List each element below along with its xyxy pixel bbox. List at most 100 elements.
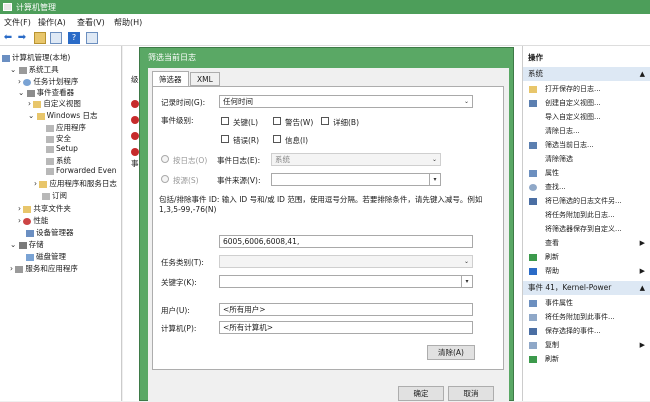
logged-dropdown[interactable]: 任何时间 ⌄ [219, 95, 473, 108]
tree-item-shared-folders[interactable]: › 共享文件夹 [18, 203, 71, 214]
tree-item-event-viewer[interactable]: ⌄ 事件查看器 [18, 87, 74, 98]
filter-icon [529, 142, 537, 149]
menu-action[interactable]: 操作(A) [38, 17, 66, 28]
action-properties[interactable]: 属性 [523, 167, 650, 180]
folder-up-icon[interactable] [34, 32, 46, 44]
event-source-dropdown[interactable]: ▾ [271, 173, 441, 186]
tab-filter[interactable]: 筛选器 [152, 71, 189, 87]
chevron-down-icon: ⌄ [463, 98, 470, 105]
performance-icon [23, 217, 32, 225]
level-warning-checkbox[interactable] [273, 117, 281, 125]
toolbar: ⬅ ➡ ? [0, 30, 650, 46]
tree-item-computer[interactable]: 计算机管理(本地) [2, 52, 70, 63]
level-error-checkbox[interactable] [221, 135, 229, 143]
tree-item-services-apps[interactable]: › 服务和应用程序 [10, 263, 78, 274]
event-logs-dropdown[interactable]: 系统 ⌄ [271, 153, 441, 166]
chevron-down-icon: ⌄ [431, 156, 438, 163]
level-verbose-checkbox[interactable] [321, 117, 329, 125]
action-event-properties[interactable]: 事件属性 [523, 297, 650, 310]
menu-view[interactable]: 查看(V) [77, 17, 105, 28]
help-icon[interactable]: ? [68, 32, 80, 44]
action-create-custom-view[interactable]: 创建自定义视图... [523, 97, 650, 110]
chevron-down-icon: ▾ [429, 174, 440, 185]
menu-file[interactable]: 文件(F) [4, 17, 31, 28]
cancel-button[interactable]: 取消 [448, 386, 494, 401]
tree-item-forwarded-events[interactable]: Forwarded Even [46, 166, 116, 175]
level-verbose-label: 详细(B) [333, 118, 359, 127]
action-copy[interactable]: 复制 ▶ [523, 339, 650, 352]
logged-label: 记录时间(G): [161, 98, 206, 107]
menu-help[interactable]: 帮助(H) [114, 17, 142, 28]
action-save-filter-custom[interactable]: 将筛选器保存到自定义... [523, 223, 650, 236]
action-view[interactable]: 查看 ▶ [523, 237, 650, 250]
action-help[interactable]: 帮助 ▶ [523, 265, 650, 278]
event-logs-label: 事件日志(E): [217, 156, 261, 165]
computer-icon [2, 54, 10, 62]
error-icon [131, 132, 139, 140]
chevron-up-icon: ▲ [639, 284, 645, 292]
action-attach-task-event[interactable]: 将任务附加到此事件... [523, 311, 650, 324]
tree-item-windows-logs[interactable]: ⌄ Windows 日志 [28, 110, 98, 121]
level-critical-checkbox[interactable] [221, 117, 229, 125]
detail-tab[interactable]: 事 [131, 158, 139, 169]
action-save-filtered-log[interactable]: 将已筛选的日志文件另... [523, 195, 650, 208]
disk-icon [26, 253, 34, 261]
by-source-radio[interactable] [161, 175, 169, 183]
back-arrow-icon[interactable]: ⬅ [2, 32, 14, 44]
forward-arrow-icon[interactable]: ➡ [16, 32, 28, 44]
tree-item-task-scheduler[interactable]: › 任务计划程序 [18, 76, 78, 87]
by-source-label: 按源(S) [173, 176, 199, 185]
action-refresh-event[interactable]: 刷新 [523, 353, 650, 366]
chevron-right-icon: ▶ [639, 239, 645, 247]
action-filter-current-log[interactable]: 筛选当前日志... [523, 139, 650, 152]
console-tree-icon[interactable] [50, 32, 62, 44]
by-log-radio[interactable] [161, 155, 169, 163]
window-title: 计算机管理 [16, 3, 56, 12]
ok-button[interactable]: 确定 [398, 386, 444, 401]
title-bar: 计算机管理 [0, 0, 650, 14]
task-category-dropdown[interactable]: ⌄ [219, 255, 473, 268]
open-folder-icon [529, 86, 537, 93]
tree-item-performance[interactable]: › 性能 [18, 215, 48, 226]
level-column-header[interactable]: 级 [131, 74, 139, 85]
actions-section-event[interactable]: 事件 41，Kernel-Power ▲ [523, 281, 650, 295]
menu-bar: 文件(F) 操作(A) 查看(V) 帮助(H) [0, 14, 650, 30]
tree-item-custom-views[interactable]: › 自定义视图 [28, 98, 81, 109]
by-log-label: 按日志(O) [173, 156, 208, 165]
properties-icon [529, 300, 537, 307]
tree-item-disk-management[interactable]: 磁盘管理 [26, 251, 66, 262]
actions-section-system[interactable]: 系统 ▲ [523, 67, 650, 81]
tree-item-subscriptions[interactable]: 订阅 [42, 190, 67, 201]
action-refresh[interactable]: 刷新 [523, 251, 650, 264]
action-clear-filter[interactable]: 清除筛选 [523, 153, 650, 166]
tree-item-app-service-logs[interactable]: › 应用程序和服务日志 [34, 178, 117, 189]
tree-item-security[interactable]: 安全 [46, 133, 71, 144]
dialog-title: 筛选当前日志 [148, 53, 196, 62]
computer-input[interactable]: <所有计算机> [219, 321, 473, 334]
tree-item-application[interactable]: 应用程序 [46, 122, 86, 133]
tree-item-system-tools[interactable]: ⌄ 系统工具 [10, 64, 59, 75]
tree-item-storage[interactable]: ⌄ 存储 [10, 239, 44, 250]
user-input[interactable]: <所有用户> [219, 303, 473, 316]
action-find[interactable]: 查找... [523, 181, 650, 194]
action-save-selected-events[interactable]: 保存选择的事件... [523, 325, 650, 338]
properties-icon[interactable] [86, 32, 98, 44]
action-clear-log[interactable]: 清除日志... [523, 125, 650, 138]
event-ids-input[interactable]: 6005,6006,6008,41, [219, 235, 473, 248]
keywords-dropdown[interactable]: ▾ [219, 275, 473, 288]
level-info-checkbox[interactable] [273, 135, 281, 143]
task-category-label: 任务类别(T): [161, 258, 204, 267]
clear-button[interactable]: 清除(A) [427, 345, 475, 360]
tree-item-setup[interactable]: Setup [46, 144, 78, 153]
save-icon [529, 198, 537, 205]
tab-xml[interactable]: XML [190, 72, 220, 86]
tree-item-device-manager[interactable]: 设备管理器 [26, 227, 74, 238]
event-id-hint: 包括/排除事件 ID: 输入 ID 号和/或 ID 范围，使用逗号分隔。若要排除… [159, 195, 483, 214]
action-open-saved-log[interactable]: 打开保存的日志... [523, 83, 650, 96]
copy-icon [529, 342, 537, 349]
action-attach-task-log[interactable]: 将任务附加到此日志... [523, 209, 650, 222]
subscription-icon [42, 192, 50, 200]
tree-item-system[interactable]: 系统 [46, 155, 71, 166]
action-import-custom-view[interactable]: 导入自定义视图... [523, 111, 650, 124]
dialog-body: 筛选器 XML 记录时间(G): 任何时间 ⌄ 事件级别: 关键(L) 警告(W… [148, 68, 509, 402]
